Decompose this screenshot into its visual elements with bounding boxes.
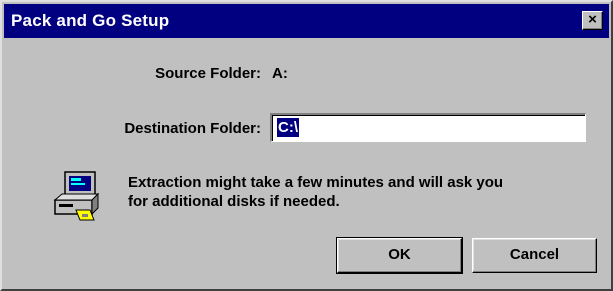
close-button[interactable]: × xyxy=(582,11,603,30)
destination-folder-value: C:\ xyxy=(277,118,299,137)
source-folder-value: A: xyxy=(272,65,288,82)
destination-folder-input[interactable]: C:\ xyxy=(270,113,586,142)
info-message-line-1: Extraction might take a few minutes and … xyxy=(128,174,504,191)
info-message-line-2: for additional disks if needed. xyxy=(128,193,340,210)
window-title: Pack and Go Setup xyxy=(11,11,170,30)
title-bar[interactable]: Pack and Go Setup × xyxy=(4,4,609,38)
computer-disk-icon xyxy=(53,171,100,221)
destination-folder-label: Destination Folder: xyxy=(124,120,261,137)
info-message: Extraction might take a few minutes and … xyxy=(128,173,598,211)
source-folder-label: Source Folder: xyxy=(155,65,261,82)
cancel-button[interactable]: Cancel xyxy=(472,238,597,273)
close-icon: × xyxy=(588,11,597,28)
ok-button[interactable]: OK xyxy=(336,237,463,274)
pack-and-go-dialog: Pack and Go Setup × Source Folder: A: De… xyxy=(0,0,613,291)
